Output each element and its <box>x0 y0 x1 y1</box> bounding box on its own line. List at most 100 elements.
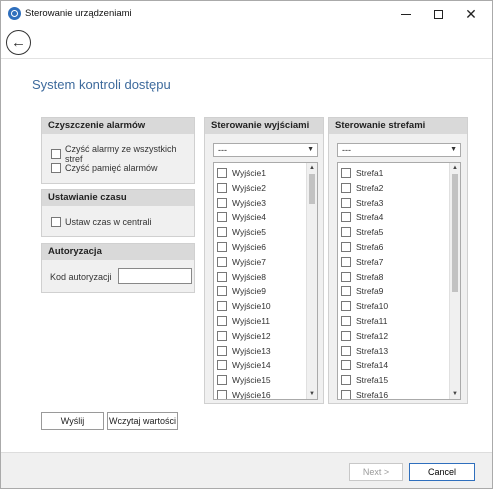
zones-list-item[interactable]: Strefa7 <box>341 255 383 269</box>
zones-item-checkbox[interactable] <box>341 375 351 386</box>
zones-item-checkbox[interactable] <box>341 360 351 371</box>
outputs-item-checkbox[interactable] <box>217 345 227 356</box>
zones-list-item[interactable]: Strefa3 <box>341 196 383 210</box>
outputs-item-checkbox[interactable] <box>217 286 227 297</box>
footer-bar: Next > Cancel <box>1 452 492 488</box>
outputs-list-item[interactable]: Wyjście6 <box>217 240 266 254</box>
zones-list-item[interactable]: Strefa1 <box>341 166 383 180</box>
close-button[interactable]: ✕ <box>456 1 486 27</box>
zones-item-checkbox[interactable] <box>341 345 351 356</box>
zones-list-item[interactable]: Strefa6 <box>341 240 383 254</box>
outputs-scrollbar[interactable]: ▲ ▼ <box>306 163 317 399</box>
zones-list-item[interactable]: Strefa14 <box>341 358 388 372</box>
next-button[interactable]: Next > <box>349 463 403 481</box>
zones-item-checkbox[interactable] <box>341 242 351 252</box>
scroll-up-icon[interactable]: ▲ <box>450 163 460 173</box>
zones-scrollbar[interactable]: ▲ ▼ <box>449 163 460 399</box>
scroll-thumb[interactable] <box>309 174 315 204</box>
load-values-button[interactable]: Wczytaj wartości <box>107 412 178 430</box>
outputs-item-checkbox[interactable] <box>217 271 227 282</box>
outputs-item-checkbox[interactable] <box>217 316 227 326</box>
zones-item-label: Strefa10 <box>356 301 389 312</box>
clear-alarm-memory-checkbox-row[interactable]: Czyść pamięć alarmów <box>51 163 158 173</box>
set-time-checkbox[interactable] <box>51 217 61 227</box>
zones-list-item[interactable]: Strefa10 <box>341 299 388 313</box>
zones-list-item[interactable]: Strefa13 <box>341 344 388 358</box>
outputs-item-checkbox[interactable] <box>217 242 227 252</box>
outputs-list-item[interactable]: Wyjście7 <box>217 255 266 269</box>
outputs-item-checkbox[interactable] <box>217 330 227 341</box>
zones-dropdown[interactable]: --- ▼ <box>337 143 461 157</box>
zones-list-item[interactable]: Strefa12 <box>341 329 388 343</box>
zones-item-checkbox[interactable] <box>341 301 351 312</box>
scroll-down-icon[interactable]: ▼ <box>307 389 317 399</box>
back-button[interactable]: ← <box>6 30 31 55</box>
zones-item-label: Strefa1 <box>356 168 384 178</box>
outputs-list-item[interactable]: Wyjście1 <box>217 166 266 180</box>
outputs-list-item[interactable]: Wyjście9 <box>217 284 266 298</box>
outputs-list-item[interactable]: Wyjście4 <box>217 210 266 224</box>
outputs-list-item[interactable]: Wyjście3 <box>217 196 266 210</box>
zones-item-checkbox[interactable] <box>341 286 351 297</box>
outputs-list-item[interactable]: Wyjście2 <box>217 181 266 195</box>
zones-item-checkbox[interactable] <box>341 330 351 341</box>
scroll-thumb[interactable] <box>452 174 458 292</box>
outputs-list-item[interactable]: Wyjście12 <box>217 329 271 343</box>
zones-item-checkbox[interactable] <box>341 316 351 326</box>
outputs-item-checkbox[interactable] <box>217 301 227 312</box>
chevron-down-icon: ▼ <box>450 146 457 153</box>
zones-item-label: Strefa11 <box>356 316 388 326</box>
set-time-checkbox-row[interactable]: Ustaw czas w centrali <box>51 217 152 227</box>
outputs-item-checkbox[interactable] <box>217 390 227 399</box>
zones-list[interactable]: ▲ ▼ Strefa1 Strefa2 Strefa3 Strefa4 Strefa5 S… <box>337 162 461 400</box>
auth-code-input[interactable] <box>118 268 192 284</box>
outputs-list-item[interactable]: Wyjście14 <box>217 358 271 372</box>
minimize-button[interactable] <box>391 1 421 27</box>
outputs-list[interactable]: ▲ ▼ Wyjście1 Wyjście2 Wyjście3 Wyjście4 Wyjś… <box>213 162 318 400</box>
zones-item-checkbox[interactable] <box>341 197 351 208</box>
clear-alarm-memory-checkbox[interactable] <box>51 163 61 173</box>
zones-item-checkbox[interactable] <box>341 182 351 193</box>
clear-all-zones-checkbox[interactable] <box>51 149 61 159</box>
outputs-item-checkbox[interactable] <box>217 197 227 208</box>
zones-list-item[interactable]: Strefa4 <box>341 210 383 224</box>
send-button[interactable]: Wyślij <box>41 412 104 430</box>
outputs-dropdown[interactable]: --- ▼ <box>213 143 318 157</box>
outputs-list-item[interactable]: Wyjście15 <box>217 373 271 387</box>
outputs-item-checkbox[interactable] <box>217 256 227 267</box>
outputs-list-item[interactable]: Wyjście10 <box>217 299 271 313</box>
outputs-list-item[interactable]: Wyjście11 <box>217 314 270 328</box>
zones-item-checkbox[interactable] <box>341 227 351 238</box>
outputs-list-item[interactable]: Wyjście5 <box>217 225 266 239</box>
outputs-list-item[interactable]: Wyjście16 <box>217 388 271 400</box>
outputs-item-checkbox[interactable] <box>217 168 227 178</box>
outputs-list-item[interactable]: Wyjście8 <box>217 270 266 284</box>
zones-item-checkbox[interactable] <box>341 390 351 399</box>
zones-list-item[interactable]: Strefa11 <box>341 314 388 328</box>
clear-all-zones-checkbox-row[interactable]: Czyść alarmy ze wszystkich stref <box>51 144 194 164</box>
outputs-item-label: Wyjście4 <box>232 212 266 223</box>
outputs-item-checkbox[interactable] <box>217 212 227 223</box>
outputs-item-label: Wyjście16 <box>232 390 271 400</box>
scroll-down-icon[interactable]: ▼ <box>450 389 460 399</box>
maximize-button[interactable] <box>423 1 453 27</box>
scroll-up-icon[interactable]: ▲ <box>307 163 317 173</box>
cancel-button[interactable]: Cancel <box>409 463 475 481</box>
zones-list-item[interactable]: Strefa8 <box>341 270 383 284</box>
outputs-item-checkbox[interactable] <box>217 360 227 371</box>
zones-list-item[interactable]: Strefa2 <box>341 181 383 195</box>
zones-item-checkbox[interactable] <box>341 168 351 178</box>
outputs-item-checkbox[interactable] <box>217 182 227 193</box>
zones-list-item[interactable]: Strefa16 <box>341 388 388 399</box>
zones-item-checkbox[interactable] <box>341 256 351 267</box>
outputs-item-checkbox[interactable] <box>217 227 227 238</box>
zones-list-item[interactable]: Strefa15 <box>341 373 388 387</box>
outputs-header: Sterowanie wyjściami <box>205 118 323 134</box>
zones-list-item[interactable]: Strefa5 <box>341 225 383 239</box>
outputs-list-item[interactable]: Wyjście13 <box>217 344 271 358</box>
zones-item-label: Strefa6 <box>356 242 384 252</box>
outputs-item-checkbox[interactable] <box>217 375 227 386</box>
zones-item-checkbox[interactable] <box>341 271 351 282</box>
zones-item-checkbox[interactable] <box>341 212 351 223</box>
zones-list-item[interactable]: Strefa9 <box>341 284 383 298</box>
